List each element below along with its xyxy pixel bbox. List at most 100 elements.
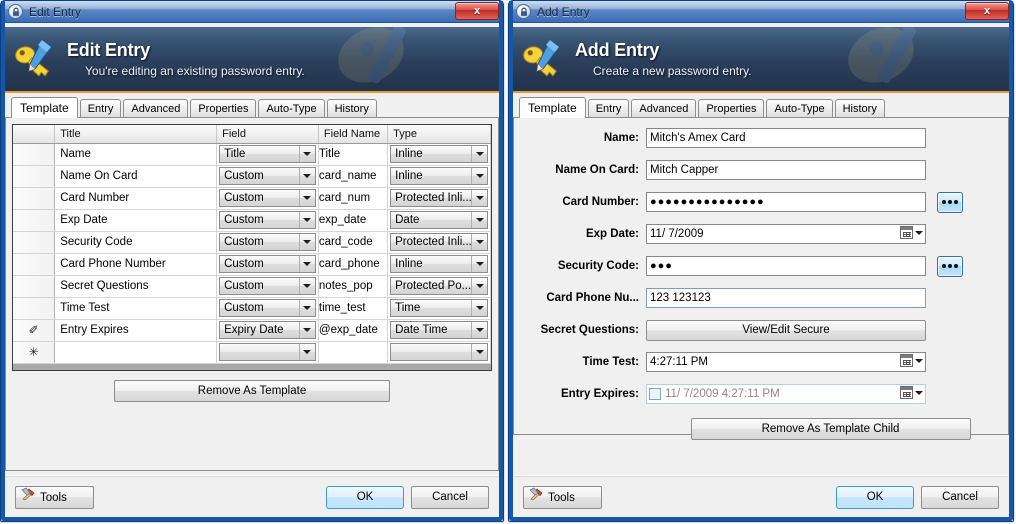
entry-expires-input[interactable]: 11/ 7/2009 4:27:11 PM bbox=[646, 384, 926, 404]
row-field-cell[interactable]: Custom bbox=[216, 231, 319, 254]
row-title-cell[interactable]: Entry Expires bbox=[54, 319, 218, 342]
tab-advanced[interactable]: Advanced bbox=[123, 99, 189, 118]
exp-date-picker[interactable] bbox=[900, 226, 923, 239]
chevron-down-icon[interactable] bbox=[471, 256, 487, 272]
row-type-cell[interactable] bbox=[387, 341, 491, 364]
card-phone-input[interactable]: 123 123123 bbox=[646, 288, 926, 308]
ok-button[interactable]: OK bbox=[836, 486, 914, 509]
chevron-down-icon[interactable] bbox=[471, 300, 487, 316]
row-field-name-cell[interactable]: card_phone bbox=[318, 253, 389, 276]
chevron-down-icon[interactable] bbox=[298, 212, 315, 228]
row-field-name-cell[interactable]: card_name bbox=[318, 165, 389, 188]
tab-template[interactable]: Template bbox=[519, 97, 586, 118]
tools-button[interactable]: Tools bbox=[523, 486, 602, 509]
entry-expires-checkbox[interactable] bbox=[649, 388, 661, 400]
table-row[interactable]: Time Test Custom time_test Time bbox=[13, 297, 491, 320]
ok-button[interactable]: OK bbox=[326, 486, 404, 509]
exp-date-input[interactable]: 11/ 7/2009 bbox=[646, 224, 926, 244]
row-type-cell[interactable]: Time bbox=[387, 297, 491, 320]
table-row[interactable]: Card Phone Number Custom card_phone Inline bbox=[13, 253, 491, 276]
tab-entry[interactable]: Entry bbox=[587, 99, 630, 118]
row-field-cell[interactable]: Title bbox=[216, 143, 319, 166]
tab-history[interactable]: History bbox=[834, 99, 885, 118]
chevron-down-icon[interactable] bbox=[298, 322, 315, 338]
row-field-cell[interactable]: Custom bbox=[216, 253, 319, 276]
grid-header-type[interactable]: Type bbox=[387, 125, 491, 144]
chevron-down-icon[interactable] bbox=[298, 234, 315, 250]
tools-button[interactable]: Tools bbox=[15, 486, 94, 509]
grid-header-field[interactable]: Field bbox=[216, 125, 319, 144]
chevron-down-icon[interactable] bbox=[298, 344, 315, 360]
row-marker-cell[interactable]: ✳ bbox=[13, 341, 56, 364]
table-row[interactable]: ✳ bbox=[13, 341, 491, 364]
row-marker-cell[interactable] bbox=[13, 187, 56, 210]
row-type-cell[interactable]: Inline bbox=[387, 165, 491, 188]
row-title-cell[interactable]: Secret Questions bbox=[54, 275, 218, 298]
close-button[interactable]: x bbox=[455, 2, 499, 20]
row-marker-cell[interactable] bbox=[13, 231, 56, 254]
chevron-down-icon[interactable] bbox=[471, 190, 487, 206]
card-number-generator-button[interactable] bbox=[937, 191, 963, 213]
cancel-button[interactable]: Cancel bbox=[411, 486, 489, 509]
chevron-down-icon[interactable] bbox=[298, 256, 315, 272]
grid-header-title[interactable]: Title bbox=[54, 125, 218, 144]
row-field-name-cell[interactable]: card_num bbox=[318, 187, 389, 210]
row-title-cell[interactable]: Name bbox=[54, 143, 218, 166]
name-on-card-input[interactable]: Mitch Capper bbox=[646, 160, 926, 180]
row-field-name-cell[interactable]: @exp_date bbox=[318, 319, 389, 342]
name-input[interactable]: Mitch's Amex Card bbox=[646, 128, 926, 148]
tab-advanced[interactable]: Advanced bbox=[631, 99, 697, 118]
table-row[interactable]: Secret Questions Custom notes_pop Protected… bbox=[13, 275, 491, 298]
close-button[interactable]: x bbox=[965, 2, 1009, 20]
row-type-cell[interactable]: Protected Inli... bbox=[387, 231, 491, 254]
row-type-cell[interactable]: Protected Po... bbox=[387, 275, 491, 298]
chevron-down-icon[interactable] bbox=[471, 146, 487, 162]
row-type-cell[interactable]: Date Time bbox=[387, 319, 491, 342]
tab-entry[interactable]: Entry bbox=[79, 99, 122, 118]
chevron-down-icon[interactable] bbox=[471, 322, 487, 338]
tab-auto-type[interactable]: Auto-Type bbox=[258, 99, 325, 118]
tab-properties[interactable]: Properties bbox=[190, 99, 257, 118]
table-row[interactable]: ✐ Entry Expires Expiry Date @exp_date Date T… bbox=[13, 319, 491, 342]
row-field-cell[interactable]: Custom bbox=[216, 187, 319, 210]
security-code-input[interactable]: ●●● bbox=[646, 256, 926, 276]
table-row[interactable]: Name On Card Custom card_name Inline bbox=[13, 165, 491, 188]
chevron-down-icon[interactable] bbox=[471, 168, 487, 184]
row-field-cell[interactable] bbox=[216, 341, 319, 364]
row-title-cell[interactable]: Name On Card bbox=[54, 165, 218, 188]
row-title-cell[interactable]: Security Code bbox=[54, 231, 218, 254]
view-edit-secure-button[interactable]: View/Edit Secure bbox=[646, 319, 926, 341]
row-marker-cell[interactable]: ✐ bbox=[13, 319, 56, 342]
row-marker-cell[interactable] bbox=[13, 297, 56, 320]
security-code-generator-button[interactable] bbox=[937, 255, 963, 277]
row-type-cell[interactable]: Protected Inli... bbox=[387, 187, 491, 210]
row-field-name-cell[interactable]: time_test bbox=[318, 297, 389, 320]
chevron-down-icon[interactable] bbox=[298, 168, 315, 184]
row-marker-cell[interactable] bbox=[13, 209, 56, 232]
table-row[interactable]: Card Number Custom card_num Protected Inli.… bbox=[13, 187, 491, 210]
chevron-down-icon[interactable] bbox=[471, 234, 487, 250]
remove-as-template-child-button[interactable]: Remove As Template Child bbox=[690, 418, 971, 440]
row-field-cell[interactable]: Expiry Date bbox=[216, 319, 319, 342]
row-type-cell[interactable]: Date bbox=[387, 209, 491, 232]
grid-header-field-name[interactable]: Field Name bbox=[318, 125, 389, 144]
remove-as-template-button[interactable]: Remove As Template bbox=[114, 380, 390, 402]
chevron-down-icon[interactable] bbox=[298, 278, 315, 294]
row-field-name-cell[interactable]: notes_pop bbox=[318, 275, 389, 298]
edit-entry-titlebar[interactable]: Edit Entry x bbox=[1, 1, 503, 23]
add-entry-titlebar[interactable]: Add Entry x bbox=[509, 1, 1013, 23]
table-row[interactable]: Name Title Title Inline bbox=[13, 143, 491, 166]
chevron-down-icon[interactable] bbox=[298, 190, 315, 206]
row-field-cell[interactable]: Custom bbox=[216, 297, 319, 320]
tab-properties[interactable]: Properties bbox=[698, 99, 765, 118]
row-field-cell[interactable]: Custom bbox=[216, 165, 319, 188]
row-type-cell[interactable]: Inline bbox=[387, 253, 491, 276]
row-title-cell[interactable]: Card Phone Number bbox=[54, 253, 218, 276]
tab-template[interactable]: Template bbox=[11, 97, 78, 118]
row-title-cell[interactable]: Time Test bbox=[54, 297, 218, 320]
table-row[interactable]: Exp Date Custom exp_date Date bbox=[13, 209, 491, 232]
chevron-down-icon[interactable] bbox=[471, 212, 487, 228]
row-title-cell[interactable] bbox=[54, 341, 218, 364]
template-fields-grid[interactable]: Title Field Field Name Type Name Title Tit… bbox=[12, 124, 492, 371]
row-field-name-cell[interactable]: exp_date bbox=[318, 209, 389, 232]
